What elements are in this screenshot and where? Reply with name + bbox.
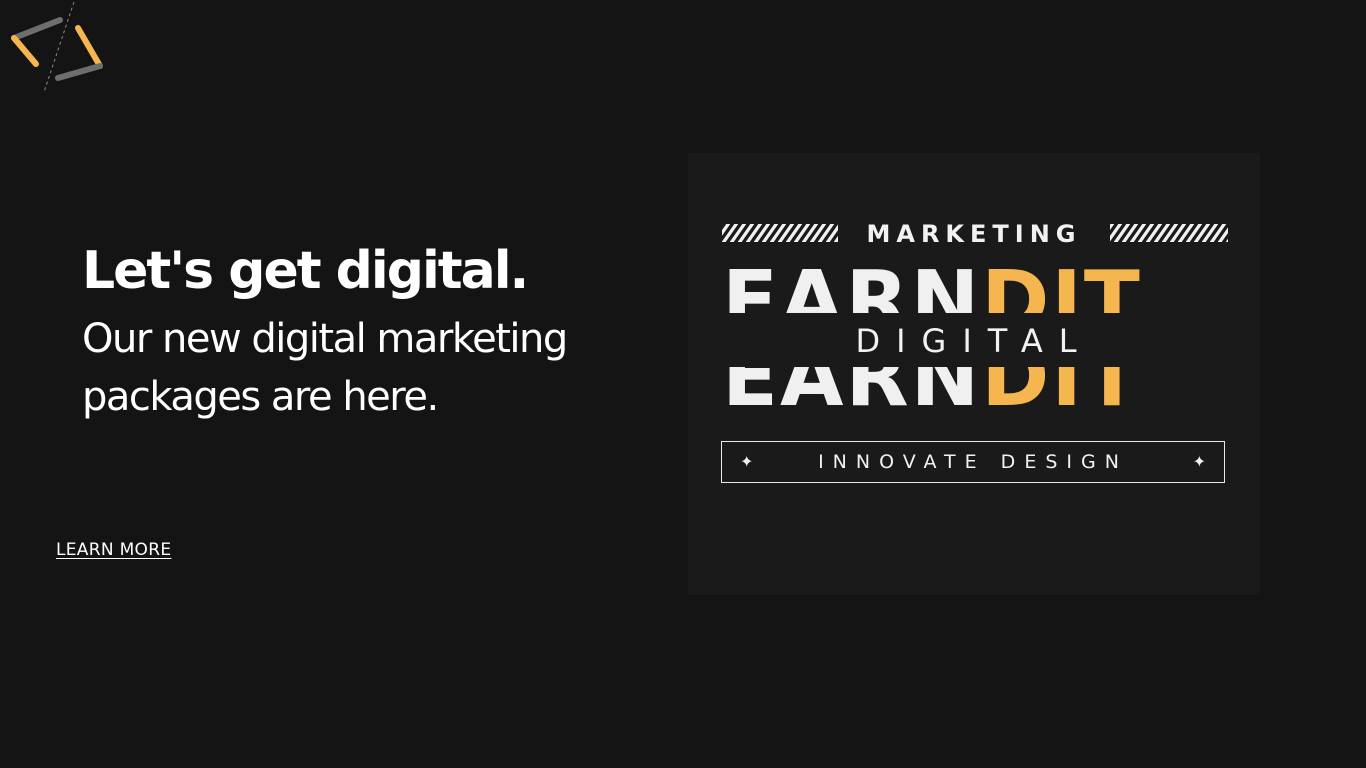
hero-title: Let's get digital. [82,241,529,301]
site-logo[interactable] [4,0,108,96]
promo-big-word-light: EARN [722,261,982,313]
promo-big-word-accent-lower: DIT [981,367,1142,419]
promo-design-box: ✦ INNOVATE DESIGN ✦ [721,441,1225,483]
promo-big-word-light-lower: EARN [722,367,982,419]
promo-top-label: MARKETING [866,220,1082,248]
right-stripe-band [1110,224,1228,242]
promo-middle-label: DIGITAL [818,321,1130,361]
code-bracket-logo-icon [11,1,103,93]
sparkle-icon: ✦ [1192,452,1206,471]
learn-more-link[interactable]: LEARN MORE [56,540,171,560]
left-stripe-band [722,224,838,242]
promo-bottom-label: INNOVATE DESIGN [818,451,1128,473]
promo-big-word-top: EARNDIT [722,261,1142,313]
hero-subtitle: Our new digital marketing packages are h… [82,316,568,420]
page: Let's get digital. Our new digital marke… [0,0,1366,768]
promo-big-word-accent: DIT [981,261,1142,313]
promo-big-word-bottom: EARNDIT [722,367,1142,419]
sparkle-icon: ✦ [740,452,754,471]
hero-section: Let's get digital. Our new digital marke… [82,240,642,426]
promo-card: MARKETING EARNDIT EARNDIT DIGITAL ✦ INNO… [688,153,1260,595]
